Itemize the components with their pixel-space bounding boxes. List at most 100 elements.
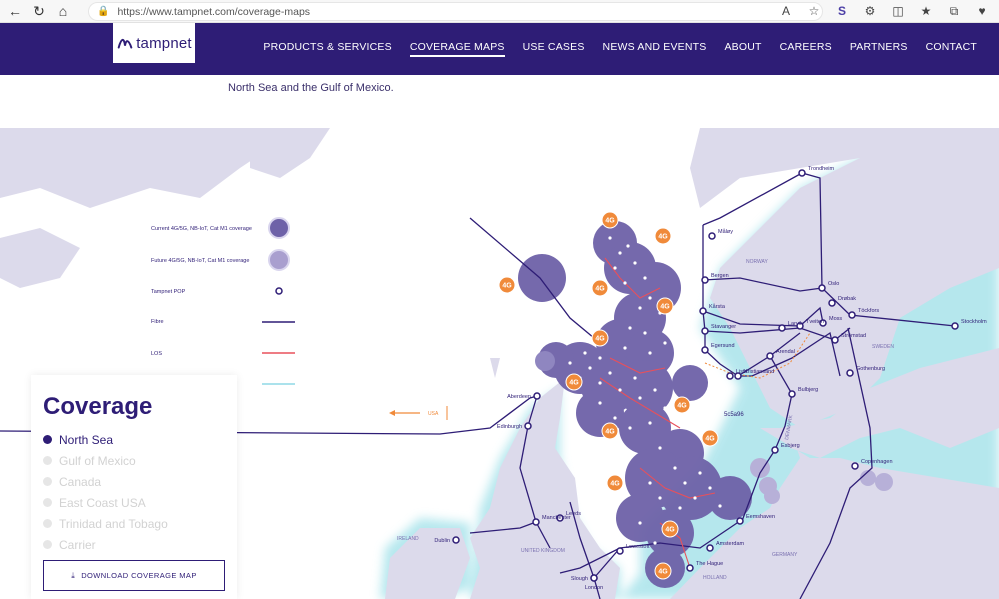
- offshore-platform: [598, 401, 602, 405]
- 4g-badge: 4G: [673, 396, 691, 414]
- region-carrier[interactable]: Carrier: [43, 534, 225, 555]
- refresh-icon[interactable]: ↻: [30, 2, 48, 20]
- nav-about[interactable]: ABOUT: [724, 41, 761, 57]
- pop-node: [590, 574, 598, 582]
- region-label: Canada: [59, 474, 102, 489]
- usa-label: USA: [428, 411, 439, 417]
- pop-node: [726, 372, 734, 380]
- pop-node: [818, 284, 826, 292]
- legend-future-swatch: [268, 249, 290, 271]
- url-text: https://www.tampnet.com/coverage-maps: [117, 5, 311, 18]
- pop-node: [708, 232, 716, 240]
- 4g-badge-label: 4G: [610, 481, 620, 488]
- city-label: Kårsta: [709, 303, 726, 310]
- extensions-icon[interactable]: ⚙: [861, 2, 879, 20]
- download-coverage-map-button[interactable]: ⤓ DOWNLOAD COVERAGE MAP: [43, 560, 225, 591]
- coverage-title: Coverage: [43, 393, 153, 420]
- logo-mark-icon: [117, 38, 133, 49]
- offshore-platform: [698, 471, 702, 475]
- offshore-platform: [638, 396, 642, 400]
- 4g-badge: 4G: [498, 276, 516, 294]
- city-label: Lowestoft: [626, 544, 650, 550]
- city-label: Larvik: [788, 321, 803, 327]
- address-bar[interactable]: 🔒 https://www.tampnet.com/coverage-maps: [88, 2, 823, 21]
- region-radio-icon: [43, 456, 52, 465]
- nav-news-events[interactable]: NEWS AND EVENTS: [603, 41, 707, 57]
- region-east-coast-usa[interactable]: East Coast USA: [43, 492, 225, 513]
- pop-node: [771, 446, 779, 454]
- region-canada[interactable]: Canada: [43, 471, 225, 492]
- city-label: Aberdeen: [507, 394, 531, 400]
- nav-coverage-maps[interactable]: COVERAGE MAPS: [409, 41, 505, 57]
- offshore-platform: [618, 251, 622, 255]
- home-icon[interactable]: ⌂: [54, 2, 72, 20]
- favorite-star-icon[interactable]: ☆: [805, 2, 823, 20]
- pop-node: [798, 169, 806, 177]
- legend-future-label: Future 4G/5G, NB-IoT, Cat M1 coverage: [151, 258, 249, 264]
- offshore-platform: [613, 266, 617, 270]
- coverage-area: [518, 254, 566, 302]
- city-label: Bulbjerg: [798, 387, 818, 393]
- 4g-badge-label: 4G: [605, 429, 615, 436]
- region-label: East Coast USA: [59, 495, 146, 510]
- offshore-platform: [663, 406, 667, 410]
- 4g-badge-label: 4G: [665, 527, 675, 534]
- nav-contact[interactable]: CONTACT: [926, 41, 977, 57]
- offshore-platform: [628, 326, 632, 330]
- offshore-platform: [613, 416, 617, 420]
- region-label: Carrier: [59, 537, 96, 552]
- back-icon[interactable]: ←: [6, 2, 24, 20]
- offshore-platform: [618, 388, 622, 392]
- offshore-platform: [623, 281, 627, 285]
- collections-icon[interactable]: ⧉: [945, 2, 963, 20]
- 4g-badge-label: 4G: [677, 403, 687, 410]
- offshore-platform: [683, 481, 687, 485]
- offshore-platform: [638, 306, 642, 310]
- offshore-platform: [598, 356, 602, 360]
- offshore-platform: [638, 521, 642, 525]
- region-gulf-of-mexico[interactable]: Gulf of Mexico: [43, 450, 225, 471]
- pop-node: [778, 324, 786, 332]
- 4g-badge-label: 4G: [705, 436, 715, 443]
- 4g-badge: 4G: [601, 422, 619, 440]
- 4g-badge-label: 4G: [569, 380, 579, 387]
- legend-current-swatch: [268, 217, 290, 239]
- city-label: Moss: [829, 316, 842, 322]
- pop-node: [533, 392, 541, 400]
- tampnet-logo[interactable]: tampnet: [113, 23, 195, 63]
- offshore-platform: [718, 504, 722, 508]
- land-island: [250, 128, 330, 178]
- legend-los-label: LOS: [151, 351, 162, 357]
- region-label: Trinidad and Tobago: [59, 516, 168, 531]
- offshore-platform: [598, 381, 602, 385]
- pop-node: [701, 346, 709, 354]
- offshore-platform: [658, 446, 662, 450]
- nav-products-services[interactable]: PRODUCTS & SERVICES: [263, 41, 391, 57]
- pop-node: [701, 327, 709, 335]
- 4g-badge-label: 4G: [595, 286, 605, 293]
- nav-careers[interactable]: CAREERS: [780, 41, 832, 57]
- offshore-platform: [623, 346, 627, 350]
- split-screen-icon[interactable]: ◫: [889, 2, 907, 20]
- read-aloud-icon[interactable]: A: [777, 2, 795, 20]
- nav-use-cases[interactable]: USE CASES: [523, 41, 585, 57]
- page: { "browser": { "url": "https://www.tampn…: [0, 0, 999, 599]
- offshore-platform: [608, 236, 612, 240]
- offshore-platform: [648, 421, 652, 425]
- region-trinidad-tobago[interactable]: Trinidad and Tobago: [43, 513, 225, 534]
- legend-pop-label: Tampnet POP: [151, 289, 186, 295]
- offshore-platform: [633, 261, 637, 265]
- map-legend: Current 4G/5G, NB-IoT, Cat M1 coverage F…: [151, 217, 295, 385]
- nav-partners[interactable]: PARTNERS: [850, 41, 908, 57]
- city-label: Bergen: [711, 273, 729, 279]
- pop-node: [788, 390, 796, 398]
- pop-node: [701, 276, 709, 284]
- region-north-sea[interactable]: North Sea: [43, 429, 225, 450]
- city-label: Slough: [571, 576, 588, 582]
- extension-s-icon[interactable]: S: [833, 2, 851, 20]
- browser-essentials-icon[interactable]: ♥: [973, 2, 991, 20]
- offshore-platform: [693, 496, 697, 500]
- favorites-icon[interactable]: ★: [917, 2, 935, 20]
- pop-node: [532, 518, 540, 526]
- region-radio-icon: [43, 540, 52, 549]
